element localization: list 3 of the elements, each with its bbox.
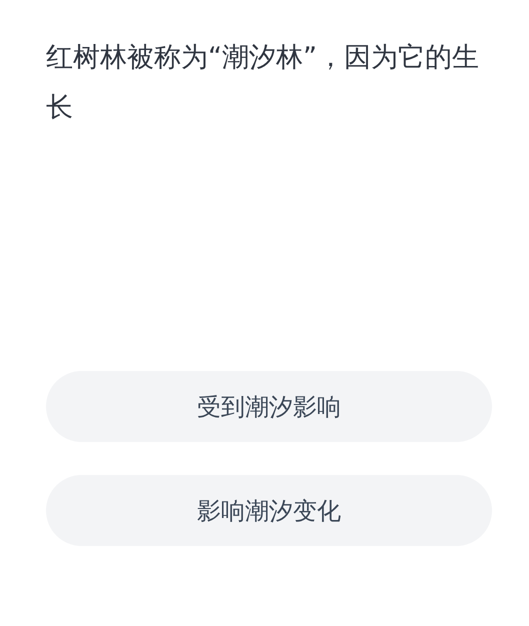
answer-option[interactable]: 影响潮汐变化 — [46, 475, 492, 546]
question-text: 红树林被称为“潮汐林”，因为它的生长 — [46, 41, 480, 125]
answer-option[interactable]: 受到潮汐影响 — [46, 371, 492, 442]
